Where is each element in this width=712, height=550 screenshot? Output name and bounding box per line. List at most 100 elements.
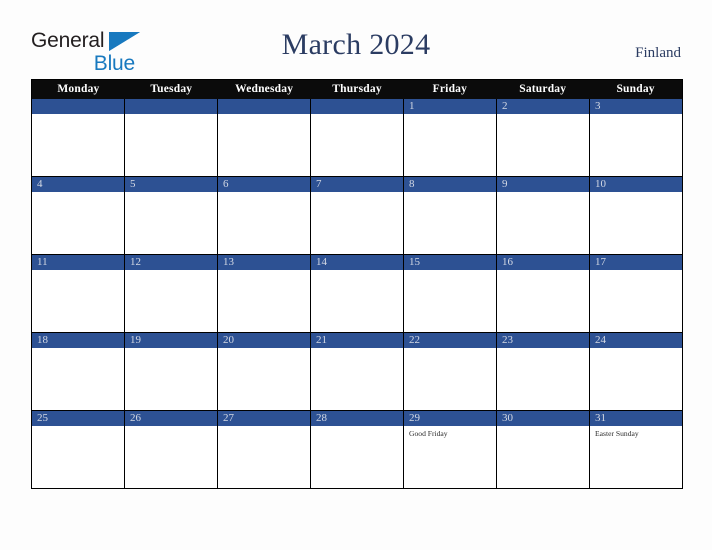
weekday-header-row: Monday Tuesday Wednesday Thursday Friday… <box>32 80 682 99</box>
day-cell[interactable]: 31 Easter Sunday <box>589 411 682 488</box>
calendar-week-row: 18 19 20 21 22 23 24 <box>32 332 682 410</box>
day-cell[interactable]: 8 <box>403 177 496 254</box>
day-cell[interactable]: 20 <box>217 333 310 410</box>
day-cell[interactable]: 19 <box>124 333 217 410</box>
day-cell[interactable]: 10 <box>589 177 682 254</box>
date-bar: 13 <box>218 255 310 270</box>
date-bar <box>218 99 310 114</box>
weekday-header-tuesday: Tuesday <box>150 83 193 95</box>
day-cell[interactable]: 6 <box>217 177 310 254</box>
date-bar <box>311 99 403 114</box>
day-cell[interactable]: 13 <box>217 255 310 332</box>
day-events <box>125 426 217 429</box>
day-events <box>311 192 403 195</box>
day-cell[interactable]: 1 <box>403 99 496 176</box>
date-number: 9 <box>502 178 508 190</box>
day-cell[interactable]: 17 <box>589 255 682 332</box>
date-number: 23 <box>502 334 513 346</box>
day-cell[interactable]: 14 <box>310 255 403 332</box>
date-bar: 8 <box>404 177 496 192</box>
day-events <box>497 426 589 429</box>
date-bar: 4 <box>32 177 124 192</box>
date-bar: 5 <box>125 177 217 192</box>
day-cell[interactable]: 24 <box>589 333 682 410</box>
date-number: 31 <box>595 412 606 424</box>
date-bar: 3 <box>590 99 682 114</box>
day-cell-empty[interactable] <box>310 99 403 176</box>
date-bar: 20 <box>218 333 310 348</box>
day-cell[interactable]: 4 <box>32 177 124 254</box>
day-events <box>218 270 310 273</box>
day-events <box>404 192 496 195</box>
day-events <box>32 114 124 117</box>
calendar-weeks: 1 2 3 4 5 6 7 8 9 10 11 12 13 14 15 16 17 18 19 20 21 22 23 24 2… <box>32 99 682 488</box>
date-number: 15 <box>409 256 420 268</box>
day-cell[interactable]: 9 <box>496 177 589 254</box>
day-events <box>404 270 496 273</box>
date-bar: 29 <box>404 411 496 426</box>
date-number: 26 <box>130 412 141 424</box>
day-cell[interactable]: 27 <box>217 411 310 488</box>
date-bar: 11 <box>32 255 124 270</box>
date-bar: 30 <box>497 411 589 426</box>
day-events <box>590 192 682 195</box>
date-bar: 24 <box>590 333 682 348</box>
calendar-grid: Monday Tuesday Wednesday Thursday Friday… <box>31 79 683 489</box>
day-cell[interactable]: 5 <box>124 177 217 254</box>
day-events <box>125 114 217 117</box>
day-cell[interactable]: 16 <box>496 255 589 332</box>
day-events <box>590 114 682 117</box>
day-cell[interactable]: 12 <box>124 255 217 332</box>
day-events <box>218 192 310 195</box>
weekday-header-sunday: Sunday <box>616 83 655 95</box>
date-bar: 28 <box>311 411 403 426</box>
date-number: 18 <box>37 334 48 346</box>
date-bar: 27 <box>218 411 310 426</box>
day-cell[interactable]: 22 <box>403 333 496 410</box>
day-cell[interactable]: 7 <box>310 177 403 254</box>
day-cell-empty[interactable] <box>124 99 217 176</box>
day-events <box>218 426 310 429</box>
day-cell-empty[interactable] <box>217 99 310 176</box>
day-cell[interactable]: 21 <box>310 333 403 410</box>
day-cell-empty[interactable] <box>32 99 124 176</box>
day-cell[interactable]: 15 <box>403 255 496 332</box>
day-cell[interactable]: 25 <box>32 411 124 488</box>
date-bar: 15 <box>404 255 496 270</box>
date-number: 11 <box>37 256 48 268</box>
date-number: 10 <box>595 178 606 190</box>
day-events <box>311 270 403 273</box>
day-events <box>311 114 403 117</box>
day-cell[interactable]: 30 <box>496 411 589 488</box>
day-events <box>125 270 217 273</box>
day-events <box>32 192 124 195</box>
day-cell[interactable]: 2 <box>496 99 589 176</box>
date-number: 4 <box>37 178 43 190</box>
day-cell[interactable]: 29 Good Friday <box>403 411 496 488</box>
date-number: 7 <box>316 178 322 190</box>
calendar-week-row: 25 26 27 28 29 Good Friday 30 31 Easter Sunday <box>32 410 682 488</box>
day-events <box>218 114 310 117</box>
date-number: 24 <box>595 334 606 346</box>
date-number: 19 <box>130 334 141 346</box>
day-events <box>311 426 403 429</box>
date-number: 29 <box>409 412 420 424</box>
day-cell[interactable]: 28 <box>310 411 403 488</box>
date-bar: 23 <box>497 333 589 348</box>
day-cell[interactable]: 11 <box>32 255 124 332</box>
day-cell[interactable]: 26 <box>124 411 217 488</box>
day-cell[interactable]: 3 <box>589 99 682 176</box>
day-events <box>404 348 496 351</box>
day-cell[interactable]: 18 <box>32 333 124 410</box>
day-events <box>497 192 589 195</box>
day-cell[interactable]: 23 <box>496 333 589 410</box>
day-events <box>590 348 682 351</box>
date-bar: 25 <box>32 411 124 426</box>
date-bar: 7 <box>311 177 403 192</box>
day-events <box>497 348 589 351</box>
calendar-week-row: 1 2 3 <box>32 99 682 176</box>
date-bar: 1 <box>404 99 496 114</box>
date-number: 22 <box>409 334 420 346</box>
date-bar: 21 <box>311 333 403 348</box>
date-number: 28 <box>316 412 327 424</box>
